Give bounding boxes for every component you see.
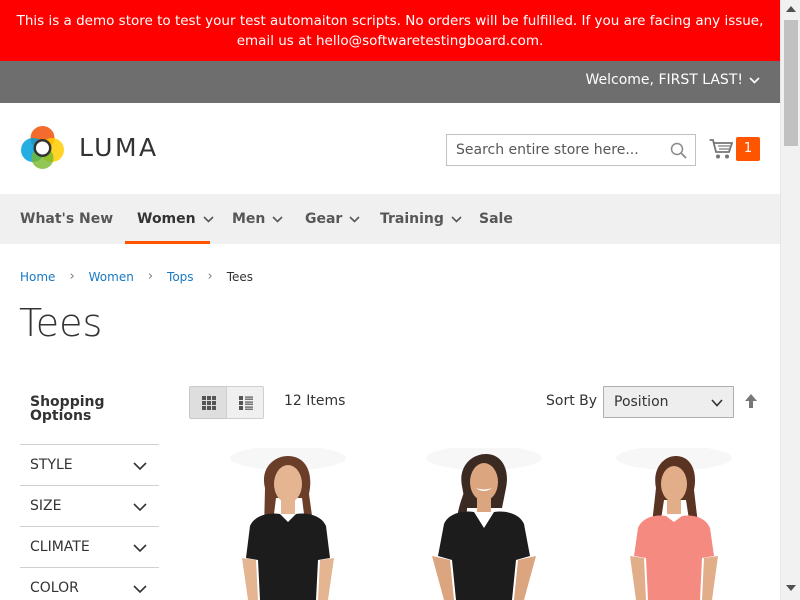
luma-logo-icon <box>21 126 64 169</box>
chevron-down-icon <box>133 503 147 512</box>
chevron-down-icon <box>451 215 462 223</box>
chevron-down-icon <box>349 215 360 223</box>
cart-icon <box>709 139 733 159</box>
breadcrumb-separator-icon: › <box>207 269 213 284</box>
page-title: Tees <box>19 301 103 345</box>
nav-active-indicator <box>125 241 210 244</box>
header-top-bar: Welcome, FIRST LAST! <box>0 61 780 103</box>
nav-item-label: Men <box>232 211 266 227</box>
scroll-down-arrow-icon[interactable] <box>786 585 796 591</box>
breadcrumb-women-link[interactable]: Women <box>89 270 134 284</box>
breadcrumb-home-link[interactable]: Home <box>20 270 55 284</box>
chevron-down-icon <box>203 215 214 223</box>
product-photo <box>404 448 564 600</box>
breadcrumb: Home › Women › Tops › Tees <box>20 269 253 284</box>
nav-item-men[interactable]: Men <box>232 194 283 244</box>
filter-label: STYLE <box>30 457 73 473</box>
chevron-down-icon <box>272 215 283 223</box>
main-navigation: What's New Women Men Gear Training Sale <box>0 194 780 244</box>
page: This is a demo store to test your test a… <box>0 0 780 600</box>
breadcrumb-tops-link[interactable]: Tops <box>167 270 194 284</box>
nav-item-whats-new[interactable]: What's New <box>20 194 113 244</box>
sort-by-label: Sort By <box>546 393 598 409</box>
breadcrumb-separator-icon: › <box>147 269 154 284</box>
items-count: 12 Items <box>284 393 346 409</box>
sort-by-value: Position <box>614 394 669 410</box>
scrollbar-thumb[interactable] <box>784 20 798 146</box>
product-image-2[interactable] <box>404 448 564 600</box>
list-view-button[interactable] <box>226 386 264 419</box>
chevron-down-icon <box>133 585 147 594</box>
chevron-down-icon <box>711 399 723 407</box>
minicart-button[interactable]: 1 <box>709 137 760 161</box>
search-box <box>446 134 696 166</box>
shopping-options-title: Shopping Options <box>30 394 105 424</box>
nav-item-label: Sale <box>479 211 513 227</box>
grid-view-button[interactable] <box>189 386 227 419</box>
product-image-1[interactable] <box>208 448 368 600</box>
search-icon[interactable] <box>670 142 687 159</box>
search-input[interactable] <box>447 135 647 165</box>
nav-item-training[interactable]: Training <box>380 194 462 244</box>
list-icon <box>239 396 253 410</box>
welcome-text: Welcome, FIRST LAST! <box>585 72 744 88</box>
sort-by-select[interactable]: Position <box>603 386 734 418</box>
filter-label: COLOR <box>30 580 79 596</box>
logo-text: LUMA <box>79 133 159 162</box>
chevron-down-icon <box>133 462 147 471</box>
nav-item-gear[interactable]: Gear <box>305 194 360 244</box>
filter-climate[interactable]: CLIMATE <box>20 526 159 567</box>
filter-color[interactable]: COLOR <box>20 567 159 600</box>
filter-label: SIZE <box>30 498 62 514</box>
grid-icon <box>202 396 216 410</box>
luma-logo[interactable]: LUMA <box>20 125 159 170</box>
filter-style[interactable]: STYLE <box>20 444 159 485</box>
scroll-up-arrow-icon[interactable] <box>786 6 796 12</box>
chevron-down-icon <box>133 544 147 553</box>
filter-size[interactable]: SIZE <box>20 485 159 526</box>
breadcrumb-current: Tees <box>226 269 254 284</box>
nav-item-sale[interactable]: Sale <box>479 194 513 244</box>
welcome-account-menu[interactable]: Welcome, FIRST LAST! <box>586 72 761 88</box>
nav-item-label: What's New <box>20 211 114 227</box>
sort-direction-arrow-icon[interactable] <box>744 393 758 409</box>
product-photo <box>594 448 754 600</box>
cart-count-badge: 1 <box>736 137 760 161</box>
nav-item-label: Training <box>380 211 444 227</box>
product-image-3[interactable] <box>594 448 754 600</box>
breadcrumb-separator-icon: › <box>69 269 75 284</box>
chevron-down-icon <box>749 76 760 84</box>
nav-item-label: Women <box>137 211 196 227</box>
product-photo <box>208 448 368 600</box>
demo-store-banner: This is a demo store to test your test a… <box>0 0 780 61</box>
nav-item-women[interactable]: Women <box>137 194 214 244</box>
filter-label: CLIMATE <box>30 539 90 555</box>
nav-item-label: Gear <box>305 211 343 227</box>
page-scrollbar[interactable] <box>780 0 800 600</box>
